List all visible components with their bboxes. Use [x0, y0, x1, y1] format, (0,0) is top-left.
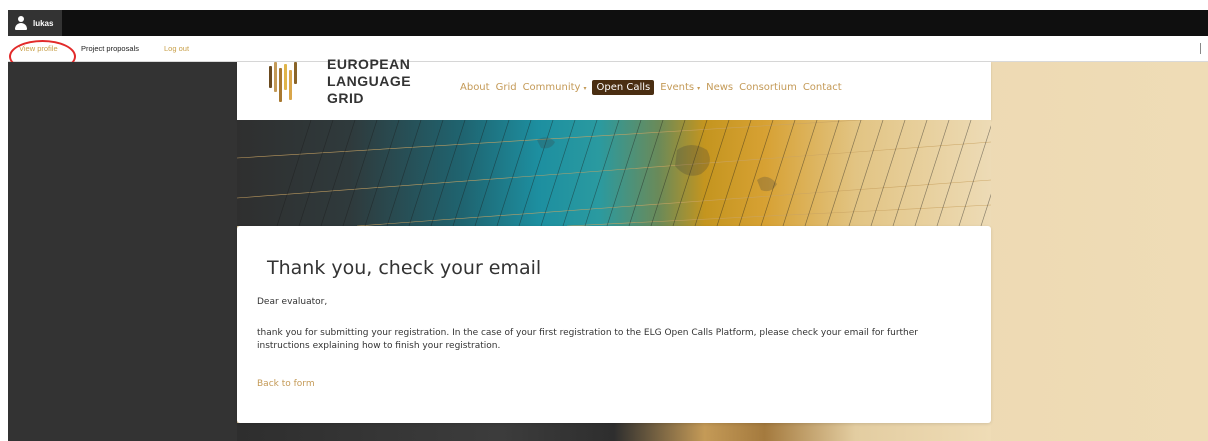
- logo-line-3: GRID: [327, 90, 364, 106]
- confirmation-message: thank you for submitting your registrati…: [257, 328, 918, 351]
- main-navigation: About Grid Community ▾ Open Calls Events ▾…: [460, 80, 848, 95]
- toolbar-tray: View profile Project proposals Log out: [8, 36, 1208, 62]
- project-proposals-link[interactable]: Project proposals: [81, 44, 139, 53]
- log-out-link[interactable]: Log out: [164, 44, 189, 53]
- logo-text: EUROPEAN LANGUAGE GRID: [327, 56, 411, 107]
- content-card: Thank you, check your email Dear evaluat…: [237, 226, 991, 423]
- banner-grid-lines: [237, 120, 991, 226]
- chevron-down-icon: ▾: [583, 85, 587, 92]
- logo-line-2: LANGUAGE: [327, 73, 412, 89]
- nav-community[interactable]: Community ▾: [523, 82, 587, 93]
- hero-banner: [237, 120, 991, 226]
- nav-community-label: Community: [522, 82, 581, 93]
- site-header: EUROPEAN LANGUAGE GRID About Grid Commun…: [237, 56, 991, 120]
- back-to-form-link[interactable]: Back to form: [257, 379, 315, 389]
- toolbar-user-name: lukas: [33, 18, 54, 28]
- nav-grid[interactable]: Grid: [496, 82, 517, 93]
- nav-events-label: Events: [660, 82, 695, 93]
- nav-consortium[interactable]: Consortium: [739, 82, 797, 93]
- chevron-down-icon: ▾: [697, 85, 701, 92]
- toolbar-user-tab[interactable]: lukas: [8, 10, 62, 36]
- toolbar-collapse-icon[interactable]: [1200, 43, 1206, 54]
- nav-open-calls[interactable]: Open Calls: [592, 80, 655, 95]
- footer-image-strip: [237, 423, 991, 441]
- logo-line-1: EUROPEAN: [327, 56, 411, 72]
- nav-contact[interactable]: Contact: [803, 82, 842, 93]
- elg-logo[interactable]: EUROPEAN LANGUAGE GRID: [267, 56, 411, 120]
- user-icon: [15, 16, 27, 30]
- admin-toolbar: lukas: [8, 10, 1208, 36]
- page-title: Thank you, check your email: [267, 257, 542, 279]
- nav-events[interactable]: Events ▾: [660, 82, 700, 93]
- greeting-text: Dear evaluator,: [257, 297, 328, 307]
- nav-about[interactable]: About: [460, 82, 490, 93]
- nav-news[interactable]: News: [706, 82, 733, 93]
